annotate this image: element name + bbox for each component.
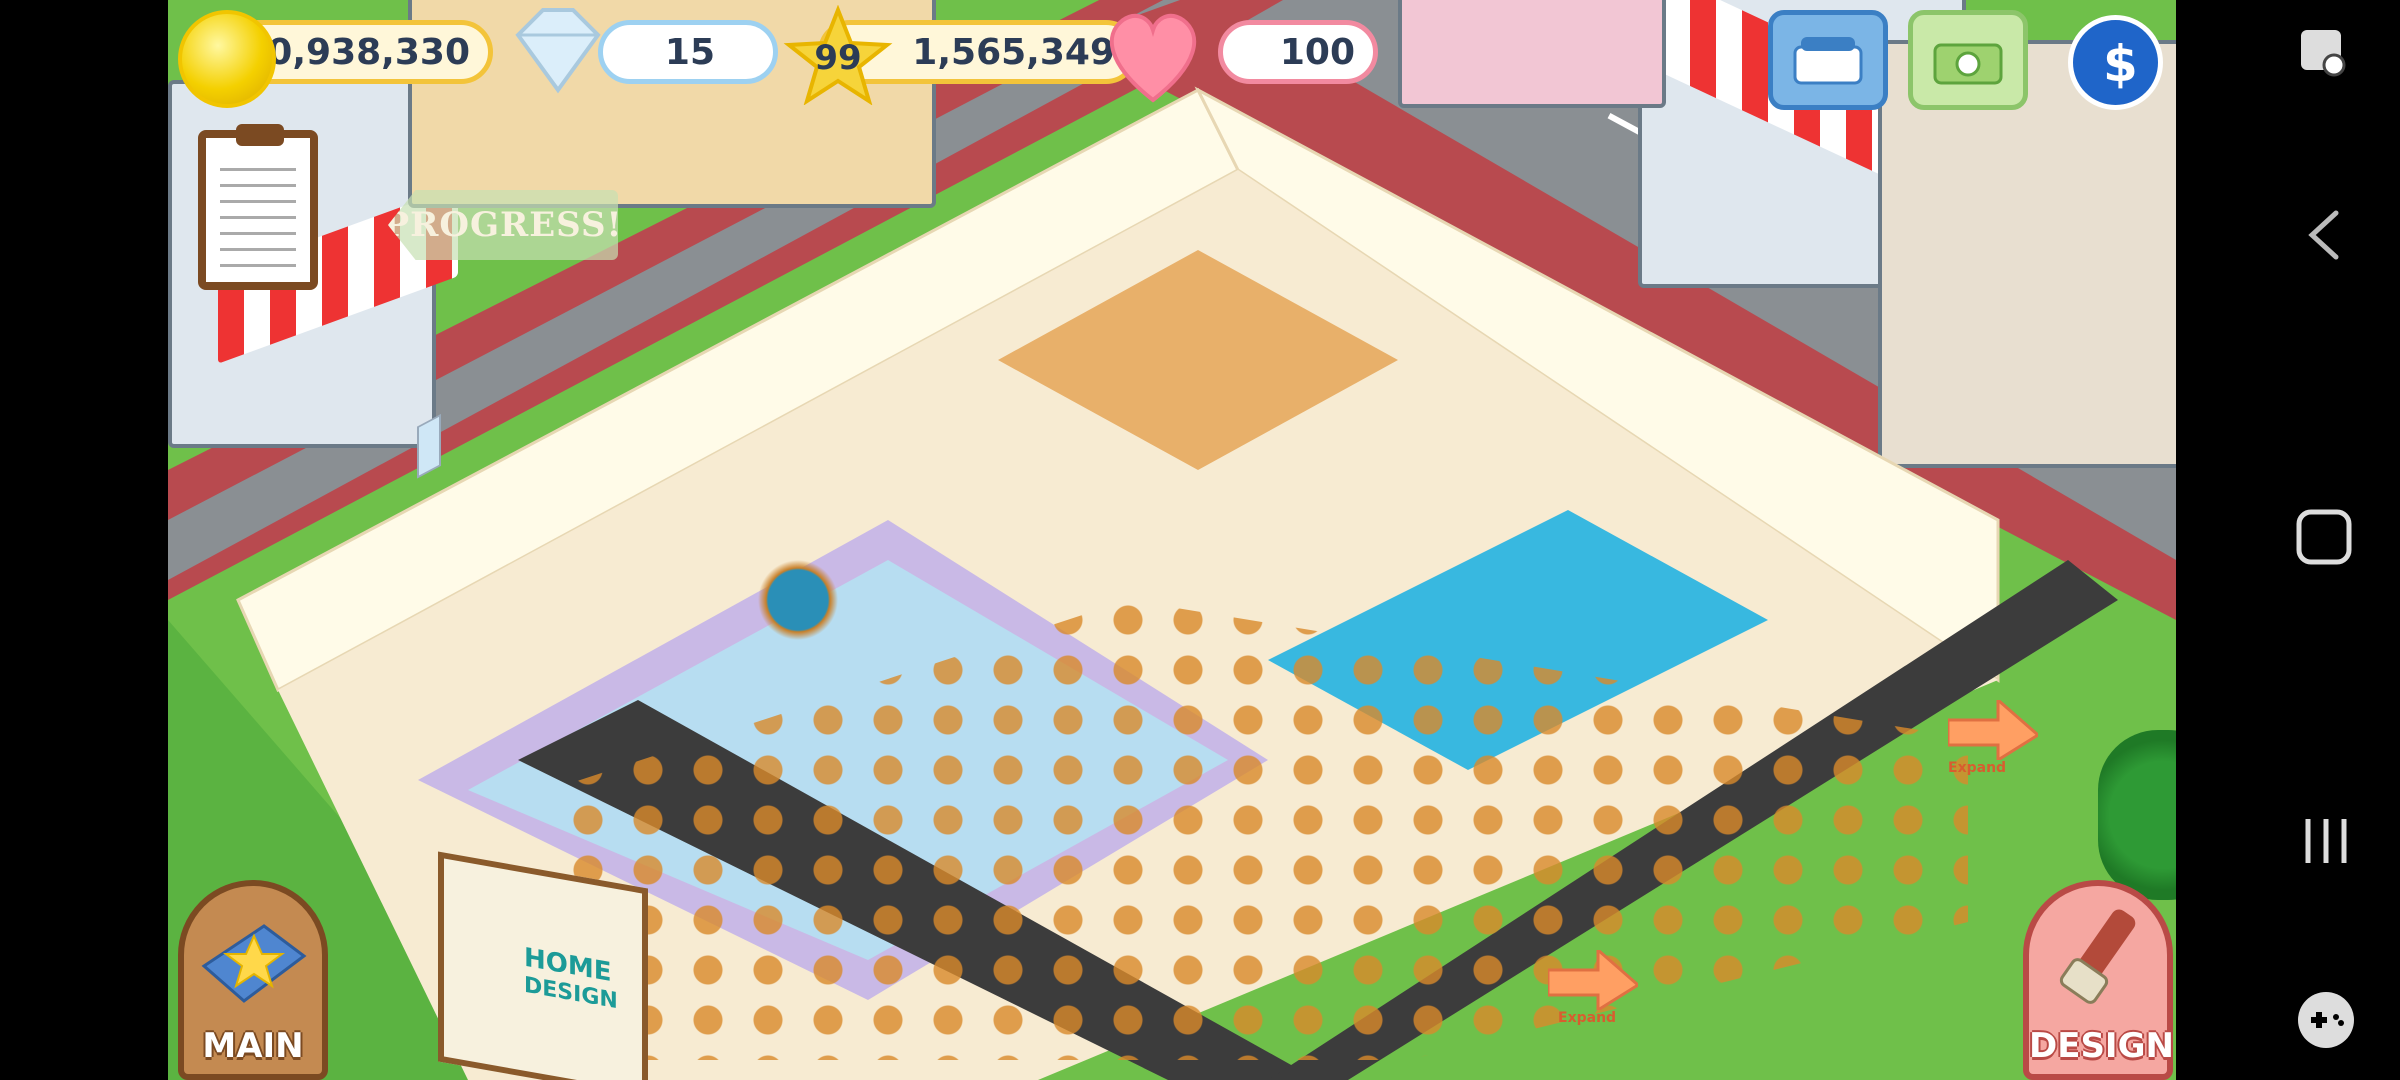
back-icon[interactable]	[2296, 205, 2356, 265]
social-s-icon: $	[2103, 35, 2138, 93]
expand-right[interactable]: Expand	[1948, 700, 2058, 780]
expand-arrow-icon	[1548, 950, 1638, 1010]
design-label: DESIGN	[2029, 1026, 2174, 1066]
game-viewport[interactable]: HOME DESIGN Expand Expand 40,938,330 15 …	[168, 0, 2176, 1080]
tree	[2098, 730, 2176, 900]
expand-bottom[interactable]: Expand	[1548, 950, 1658, 1030]
camera-button[interactable]	[1908, 10, 2028, 110]
expand-label: Expand	[1558, 1010, 1617, 1026]
screenshot-tool-icon[interactable]	[2296, 25, 2356, 85]
design-button[interactable]: DESIGN	[2023, 880, 2174, 1080]
svg-text:$: $	[2103, 35, 2138, 93]
phone-icon	[1793, 37, 1863, 85]
book-star-icon	[201, 924, 307, 1003]
android-nav-bar	[2176, 0, 2400, 1080]
gem-counter[interactable]: 15	[598, 20, 778, 84]
clipboard-button[interactable]	[198, 124, 318, 290]
expand-arrow-icon	[1948, 700, 2038, 760]
diamond-icon	[515, 8, 601, 94]
android-left-bar	[0, 0, 168, 1080]
gamepad-icon[interactable]	[2291, 985, 2361, 1055]
progress-banner[interactable]: PROGRESS!	[388, 190, 618, 260]
progress-label: PROGRESS!	[383, 205, 623, 245]
clipboard-lines	[220, 168, 296, 268]
main-button[interactable]: MAIN	[178, 880, 328, 1080]
gem-count: 15	[664, 31, 715, 73]
heart-counter[interactable]: 100	[1218, 20, 1378, 84]
phone-button[interactable]	[1768, 10, 1888, 110]
level-number: 99	[814, 38, 862, 78]
xp-count: 1,565,349	[912, 31, 1115, 73]
home-design-billboard: HOME DESIGN	[438, 851, 648, 1080]
home-icon[interactable]	[2291, 504, 2361, 574]
social-button[interactable]: $	[2068, 15, 2163, 110]
camera-icon	[1933, 43, 2003, 85]
coin-count: 40,938,330	[242, 31, 470, 73]
round-tables	[728, 540, 868, 660]
clipboard-icon	[236, 124, 284, 146]
main-label: MAIN	[202, 1026, 304, 1066]
recents-icon[interactable]	[2296, 811, 2356, 871]
heart-icon	[1109, 13, 1197, 103]
heart-count: 100	[1279, 31, 1355, 73]
paint-brush-icon	[2059, 909, 2136, 1004]
coin-icon	[178, 10, 276, 108]
expand-label: Expand	[1948, 760, 2007, 776]
